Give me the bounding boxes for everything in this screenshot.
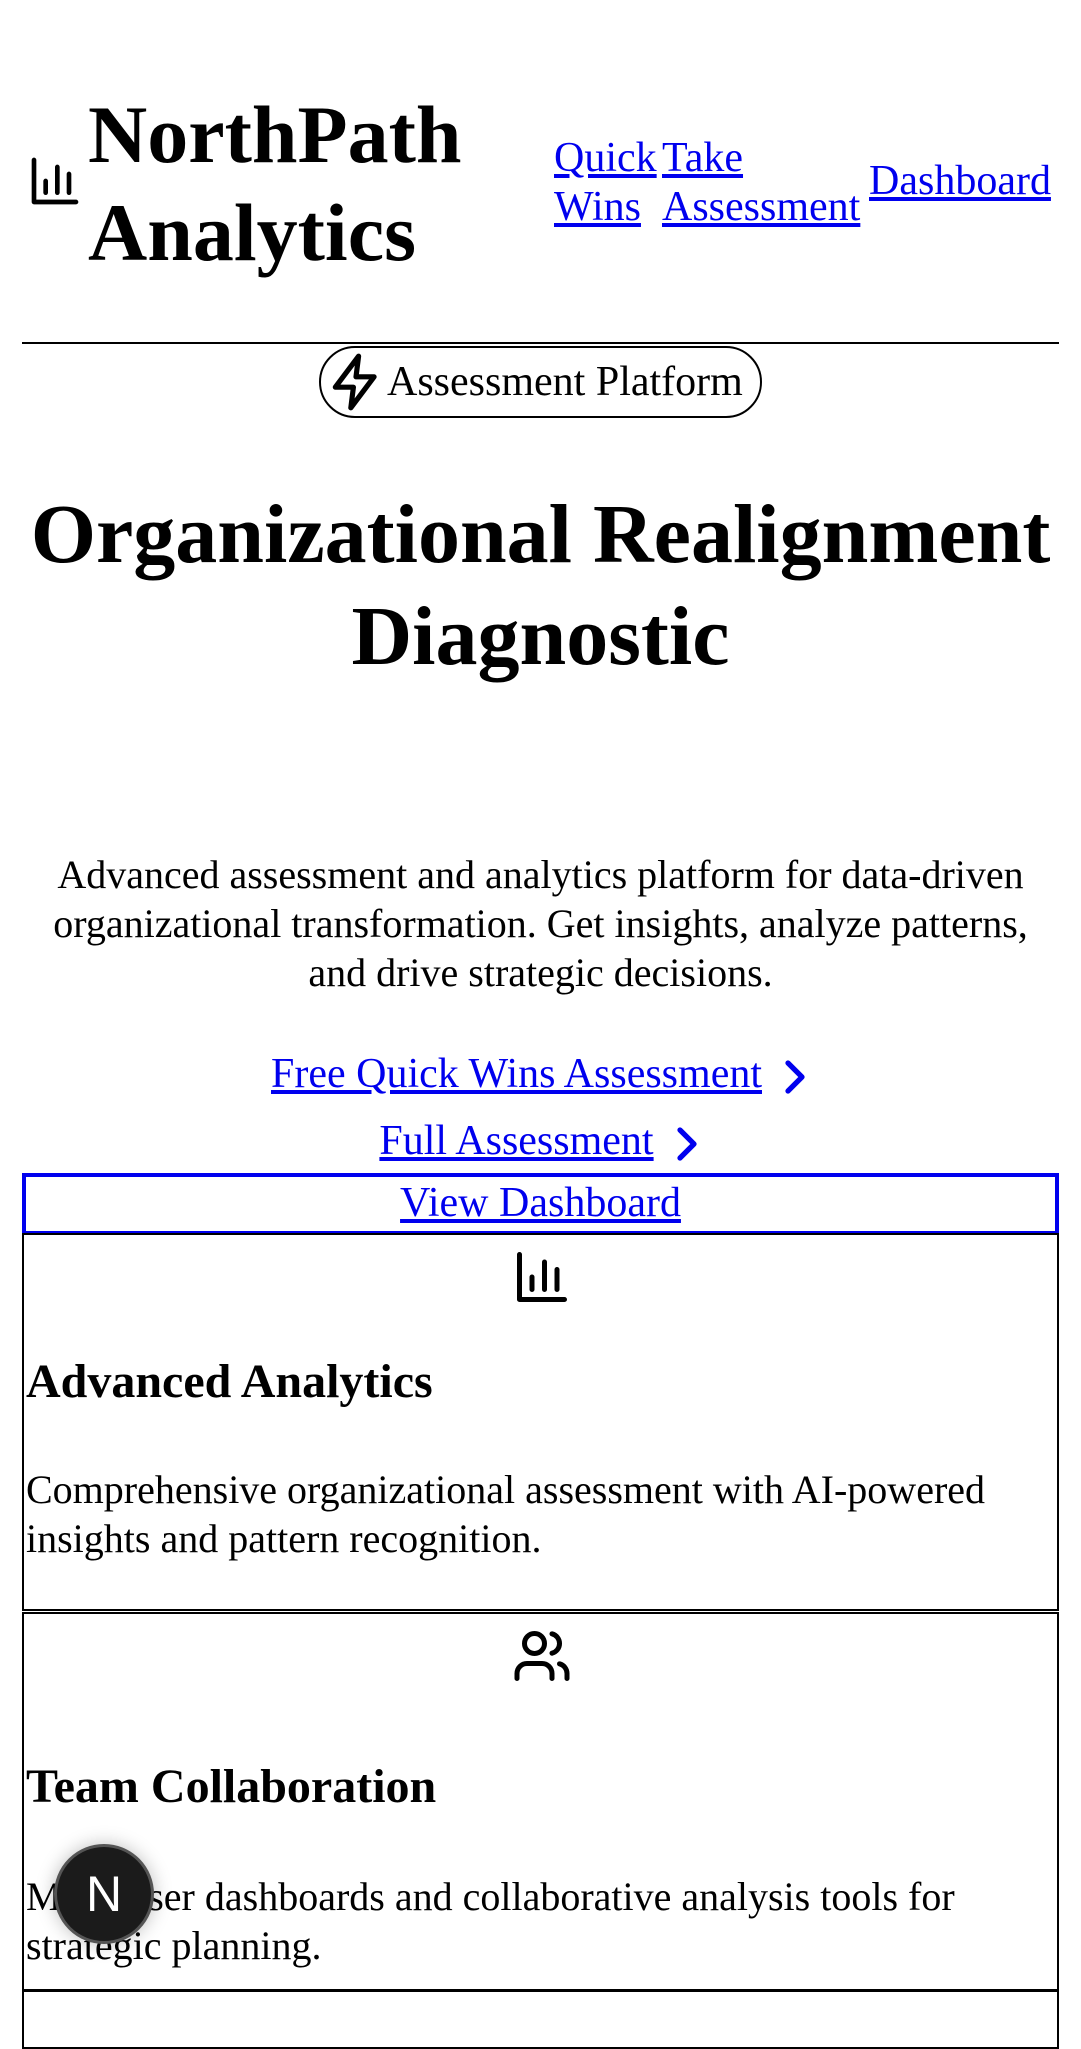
bar-chart-icon [31, 157, 79, 205]
feature-card: Advanced Analytics Comprehensive organiz… [22, 1233, 1059, 1611]
view-dashboard-link[interactable]: View Dashboard [400, 1180, 681, 1226]
users-icon [514, 1631, 570, 1681]
nav-dashboard-link[interactable]: Dashboard [869, 157, 1051, 206]
cta-full-assessment: Full Assessment [22, 1115, 1059, 1167]
feature-card [22, 1989, 1059, 2049]
hero-description: Advanced assessment and analytics platfo… [53, 852, 1028, 995]
cta-quick-wins: Free Quick Wins Assessment [22, 1048, 1059, 1100]
feature-description: Multi-user dashboards and collaborative … [26, 1874, 955, 1968]
cta-full-assessment-link[interactable]: Full Assessment [379, 1118, 653, 1164]
cta-quick-wins-link[interactable]: Free Quick Wins Assessment [271, 1051, 762, 1097]
nav-quick-wins-link[interactable]: Quick Wins [554, 134, 664, 232]
platform-badge: Assessment Platform [319, 346, 762, 418]
view-dashboard-button[interactable]: View Dashboard [22, 1173, 1059, 1235]
nextjs-dev-badge[interactable]: N [54, 1844, 154, 1944]
site-header: NorthPath Analytics Quick Wins Take Asse… [22, 86, 1059, 344]
bar-chart-icon [517, 1252, 567, 1302]
badge-label: Assessment Platform [387, 359, 743, 405]
brand-title: NorthPath Analytics [88, 89, 462, 278]
page-title: Organizational Realignment Diagnostic [30, 488, 1051, 683]
nav-take-assessment-link[interactable]: Take Assessment [662, 134, 872, 232]
feature-description: Comprehensive organizational assessment … [26, 1467, 986, 1561]
chevron-right-icon[interactable] [672, 1123, 702, 1165]
feature-title: Team Collaboration [26, 1760, 437, 1813]
chevron-right-icon[interactable] [780, 1056, 810, 1098]
feature-title: Advanced Analytics [26, 1355, 433, 1408]
feature-card: Team Collaboration Multi-user dashboards… [22, 1612, 1059, 1992]
lightning-icon [332, 353, 377, 411]
